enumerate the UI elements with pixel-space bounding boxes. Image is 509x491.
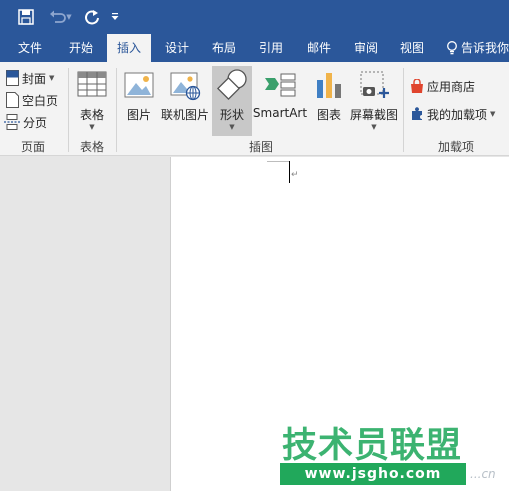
screenshot-label: 屏幕截图 bbox=[349, 108, 398, 122]
chevron-down-icon: ▼ bbox=[229, 123, 235, 131]
undo-dropdown-icon[interactable]: ▼ bbox=[64, 5, 74, 29]
cover-page-button[interactable]: 封面 ▼ bbox=[6, 68, 54, 88]
smartart-button[interactable]: SmartArt bbox=[253, 66, 307, 134]
cover-page-icon bbox=[6, 70, 19, 86]
chevron-down-icon: ▼ bbox=[49, 74, 55, 82]
chart-icon bbox=[317, 73, 341, 98]
shapes-label: 形状 bbox=[219, 108, 244, 122]
chevron-down-icon: ▼ bbox=[490, 110, 496, 118]
my-addins-button[interactable]: 我的加载项 ▼ bbox=[410, 104, 495, 124]
page-break-icon bbox=[4, 114, 20, 130]
blank-page-label: 空白页 bbox=[22, 93, 59, 108]
ribbon-tabs: 文件 开始 插入 设计 布局 引用 邮件 审阅 视图 告诉我你 bbox=[0, 34, 509, 62]
text-cursor bbox=[289, 161, 290, 183]
quick-access-toolbar: ▼ bbox=[0, 0, 509, 34]
redo-button[interactable] bbox=[80, 5, 104, 29]
watermark-url: www.jsgho.com bbox=[304, 466, 442, 482]
pictures-button[interactable]: 图片 bbox=[121, 66, 157, 134]
table-label: 表格 bbox=[79, 108, 104, 122]
group-label-tables: 表格 bbox=[79, 140, 104, 154]
group-label-illustrations: 插图 bbox=[248, 140, 273, 154]
screenshot-icon bbox=[360, 71, 389, 98]
chart-button[interactable]: 图表 bbox=[311, 66, 347, 134]
customize-qat-icon bbox=[111, 13, 119, 20]
my-addins-label: 我的加载项 bbox=[427, 107, 488, 122]
store-icon bbox=[411, 78, 423, 93]
redo-icon bbox=[85, 10, 99, 25]
tell-me-label: 告诉我你 bbox=[461, 41, 509, 55]
smartart-icon bbox=[265, 73, 296, 97]
tab-file[interactable]: 文件 bbox=[8, 34, 52, 62]
customize-qat-button[interactable] bbox=[108, 5, 122, 29]
shapes-icon bbox=[216, 69, 247, 101]
group-separator bbox=[403, 68, 404, 152]
page-break-button[interactable]: 分页 bbox=[4, 112, 47, 132]
picture-icon bbox=[124, 72, 154, 98]
tab-layout[interactable]: 布局 bbox=[202, 34, 246, 62]
margin-corner-mark bbox=[267, 161, 289, 162]
chart-label: 图表 bbox=[316, 108, 341, 122]
screenshot-button[interactable]: 屏幕截图 ▼ bbox=[349, 66, 399, 134]
shapes-button[interactable]: 形状 ▼ bbox=[212, 66, 252, 136]
save-icon bbox=[18, 9, 34, 25]
chevron-down-icon: ▼ bbox=[89, 123, 95, 131]
page-break-label: 分页 bbox=[23, 115, 48, 130]
store-label: 应用商店 bbox=[427, 79, 476, 94]
tell-me-search[interactable]: 告诉我你 bbox=[446, 34, 509, 62]
group-separator bbox=[116, 68, 117, 152]
blank-page-icon bbox=[6, 92, 19, 108]
watermark-url-bar: www.jsgho.com bbox=[280, 463, 466, 485]
paragraph-mark: ↵ bbox=[291, 170, 299, 180]
online-pictures-button[interactable]: 联机图片 bbox=[160, 66, 210, 134]
tab-insert[interactable]: 插入 bbox=[107, 34, 151, 62]
my-addins-icon bbox=[412, 107, 422, 120]
save-button[interactable] bbox=[14, 5, 38, 29]
online-picture-icon bbox=[170, 72, 201, 101]
pictures-label: 图片 bbox=[126, 108, 151, 122]
watermark-title: 技术员联盟 bbox=[282, 426, 463, 466]
tab-mailings[interactable]: 邮件 bbox=[297, 34, 341, 62]
tab-references[interactable]: 引用 bbox=[249, 34, 293, 62]
lightbulb-icon bbox=[447, 41, 457, 55]
table-icon bbox=[77, 71, 107, 97]
blank-page-button[interactable]: 空白页 bbox=[6, 90, 58, 110]
cover-page-label: 封面 bbox=[22, 71, 47, 86]
group-separator bbox=[68, 68, 69, 152]
watermark-suffix: ...cn bbox=[470, 467, 496, 481]
tab-view[interactable]: 视图 bbox=[390, 34, 434, 62]
tab-review[interactable]: 审阅 bbox=[344, 34, 388, 62]
table-button[interactable]: 表格 ▼ bbox=[74, 66, 110, 134]
store-button[interactable]: 应用商店 bbox=[410, 76, 475, 96]
group-label-pages: 页面 bbox=[20, 140, 45, 154]
chevron-down-icon: ▼ bbox=[371, 123, 377, 131]
smartart-label: SmartArt bbox=[252, 106, 308, 120]
group-label-addins: 加载项 bbox=[437, 140, 474, 154]
online-pictures-label: 联机图片 bbox=[160, 108, 209, 122]
tab-design[interactable]: 设计 bbox=[155, 34, 199, 62]
tab-home[interactable]: 开始 bbox=[58, 34, 104, 62]
ribbon-insert: 封面 ▼ 空白页 分页 页面 表格 ▼ 表格 图片 联机图片 形状 ▼ Smar… bbox=[0, 62, 509, 156]
